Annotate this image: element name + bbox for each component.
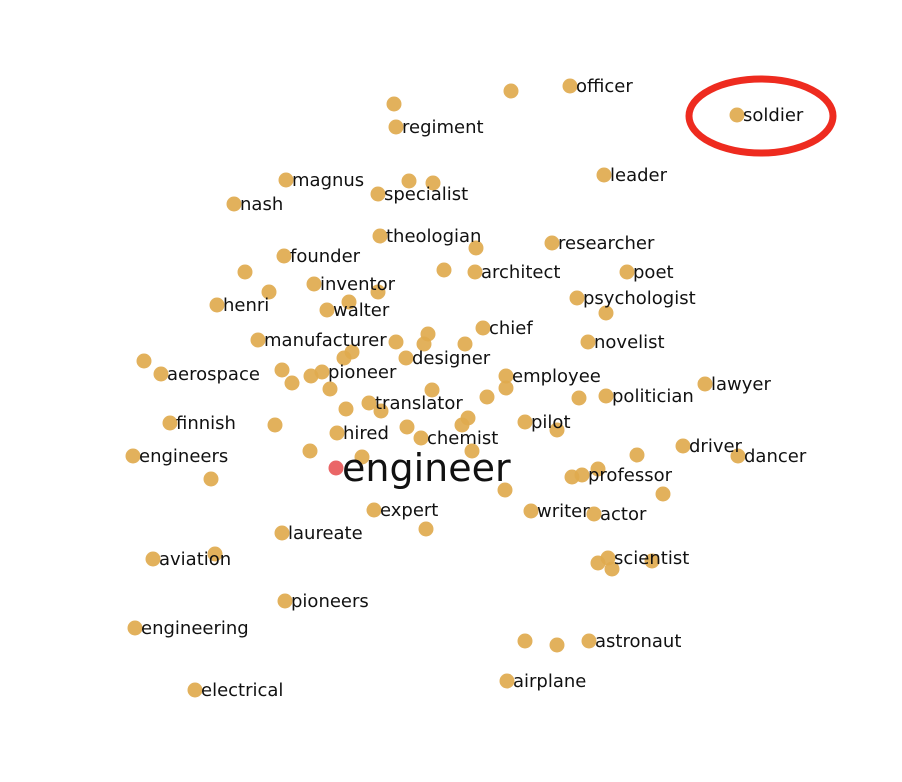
label-writer: writer: [537, 501, 590, 522]
label-founder: founder: [290, 246, 361, 267]
label-psychologist: psychologist: [583, 288, 696, 309]
unlabeled-point: [237, 264, 253, 280]
label-pilot: pilot: [531, 412, 571, 433]
unlabeled-point: [136, 353, 152, 369]
label-theologian: theologian: [386, 226, 481, 247]
unlabeled-point: [399, 419, 415, 435]
label-expert: expert: [380, 500, 438, 521]
unlabeled-point: [571, 390, 587, 406]
label-pioneer: pioneer: [328, 362, 397, 383]
label-politician: politician: [612, 386, 694, 407]
label-aerospace: aerospace: [167, 364, 260, 385]
word-embedding-scatter-plot: officer soldier regiment leader magnus specia…: [125, 75, 837, 701]
label-magnus: magnus: [292, 170, 364, 191]
label-nash: nash: [240, 194, 283, 215]
label-lawyer: lawyer: [711, 374, 771, 395]
label-officer: officer: [576, 76, 633, 97]
label-actor: actor: [600, 504, 647, 525]
unlabeled-point: [284, 375, 300, 391]
label-walter: walter: [333, 300, 390, 321]
label-researcher: researcher: [558, 233, 655, 254]
unlabeled-point: [517, 633, 533, 649]
unlabeled-point: [479, 389, 495, 405]
label-soldier: soldier: [743, 105, 804, 126]
unlabeled-point: [436, 262, 452, 278]
label-finnish: finnish: [176, 413, 236, 434]
label-hired: hired: [343, 423, 389, 444]
label-architect: architect: [481, 262, 560, 283]
label-designer: designer: [412, 348, 491, 369]
label-engineer: engineer: [342, 446, 511, 490]
unlabeled-point: [322, 381, 338, 397]
label-henri: henri: [223, 295, 269, 316]
unlabeled-point: [655, 486, 671, 502]
unlabeled-point: [386, 96, 402, 112]
unlabeled-point: [629, 447, 645, 463]
unlabeled-point: [267, 417, 283, 433]
label-novelist: novelist: [594, 332, 665, 353]
label-manufacturer: manufacturer: [264, 330, 387, 351]
label-professor: professor: [588, 465, 673, 486]
label-engineers: engineers: [139, 446, 228, 467]
unlabeled-point: [338, 401, 354, 417]
label-electrical: electrical: [201, 680, 283, 701]
unlabeled-point: [302, 443, 318, 459]
label-translator: translator: [375, 393, 463, 414]
label-employee: employee: [512, 366, 601, 387]
label-inventor: inventor: [320, 274, 396, 295]
label-specialist: specialist: [384, 184, 468, 205]
unlabeled-point: [388, 334, 404, 350]
label-driver: driver: [689, 436, 743, 457]
label-laureate: laureate: [288, 523, 363, 544]
label-pioneers: pioneers: [291, 591, 369, 612]
label-regiment: regiment: [402, 117, 484, 138]
label-scientist: scientist: [614, 548, 689, 569]
unlabeled-point: [549, 637, 565, 653]
label-chief: chief: [489, 318, 533, 339]
label-airplane: airplane: [513, 671, 586, 692]
unlabeled-point: [274, 362, 290, 378]
label-dancer: dancer: [744, 446, 807, 467]
unlabeled-point: [418, 521, 434, 537]
unlabeled-point: [503, 83, 519, 99]
label-poet: poet: [633, 262, 674, 283]
label-astronaut: astronaut: [595, 631, 681, 652]
label-leader: leader: [610, 165, 668, 186]
label-aviation: aviation: [159, 549, 231, 570]
label-engineering: engineering: [141, 618, 249, 639]
unlabeled-point: [203, 471, 219, 487]
